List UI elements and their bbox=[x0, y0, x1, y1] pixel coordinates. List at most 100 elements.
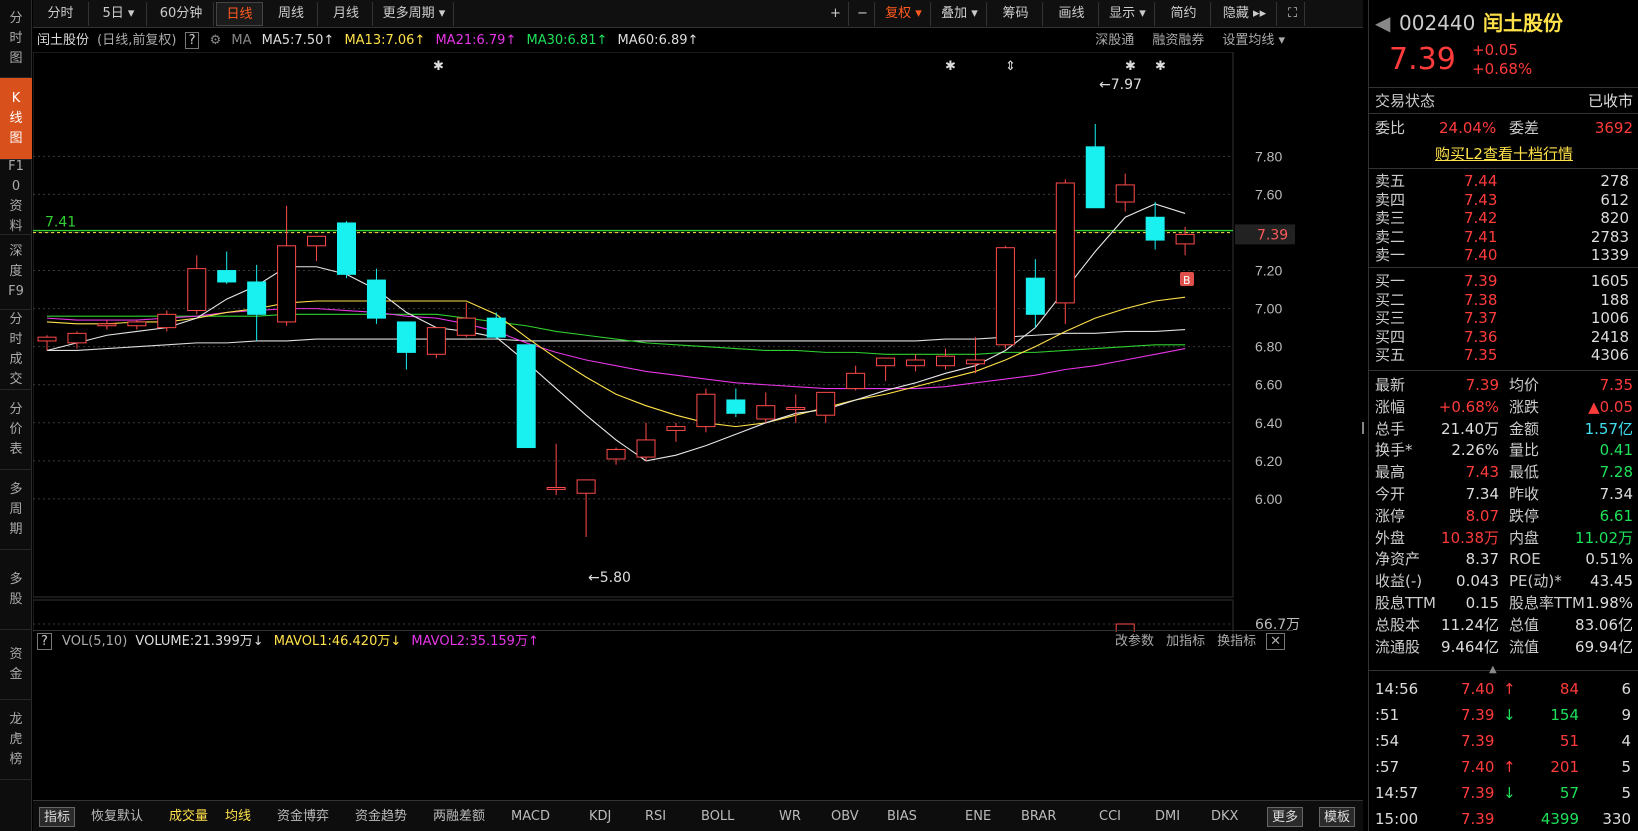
toolbar-btn-8[interactable]: 隐藏 ▸▸ bbox=[1213, 2, 1277, 26]
stat-label: 今开 bbox=[1375, 485, 1406, 503]
info-link-0[interactable]: 深股通 bbox=[1095, 33, 1134, 48]
toolbar-btn-7[interactable]: 简约 bbox=[1157, 2, 1211, 26]
tick-volume: 57 bbox=[1559, 784, 1579, 802]
order-volume: 2783 bbox=[1590, 227, 1629, 246]
indicator-tab-20[interactable]: 模板 bbox=[1319, 807, 1356, 827]
vol-link-0[interactable]: 改参数 bbox=[1115, 634, 1154, 649]
stat-label: 股息TTM bbox=[1375, 594, 1437, 612]
nav-4[interactable]: 分时成交 bbox=[0, 310, 32, 390]
indicator-tab-16[interactable]: CCI bbox=[1099, 807, 1121, 827]
nav-0[interactable]: 分时图 bbox=[0, 0, 32, 78]
indicator-tab-4[interactable]: 资金博弈 bbox=[277, 807, 329, 827]
help-icon[interactable]: ? bbox=[184, 32, 200, 49]
indicator-tab-8[interactable]: KDJ bbox=[589, 807, 611, 827]
indicator-tab-13[interactable]: BIAS bbox=[887, 807, 917, 827]
ref-line-label: 7.41 bbox=[45, 215, 76, 231]
indicator-tab-9[interactable]: RSI bbox=[645, 807, 666, 827]
toolbar-btn-2[interactable]: 复权 ▾ bbox=[877, 2, 931, 26]
nav-9[interactable]: 龙虎榜 bbox=[0, 700, 32, 780]
toolbar-btn-0[interactable]: + bbox=[823, 2, 849, 26]
stat-label: 量比 bbox=[1509, 441, 1540, 460]
period-tab-2[interactable]: 60分钟 bbox=[149, 2, 214, 26]
nav-3[interactable]: 深度F9 bbox=[0, 235, 32, 310]
stat-label: 涨幅 bbox=[1375, 397, 1406, 416]
toolbar-btn-4[interactable]: 筹码 bbox=[989, 2, 1043, 26]
indicator-tab-18[interactable]: DKX bbox=[1211, 807, 1238, 827]
order-row: 卖二 7.41 2783 bbox=[1369, 228, 1638, 247]
indicator-tab-0[interactable]: 指标 bbox=[39, 807, 76, 827]
indicator-tab-12[interactable]: OBV bbox=[831, 807, 859, 827]
close-icon[interactable]: ✕ bbox=[1266, 633, 1285, 650]
stat-label: 最新 bbox=[1375, 376, 1406, 394]
indicator-tab-2[interactable]: 成交量 bbox=[169, 807, 208, 827]
order-row: 卖三 7.42 820 bbox=[1369, 209, 1638, 228]
order-level: 买四 bbox=[1375, 327, 1406, 346]
ma5-value: MA5:7.50 bbox=[261, 33, 324, 48]
nav-8[interactable]: 资金 bbox=[0, 630, 32, 700]
price-panel-frame bbox=[33, 52, 1234, 598]
candle-body bbox=[786, 407, 806, 410]
period-tab-1[interactable]: 5日 ▾ bbox=[91, 2, 147, 26]
indicator-tab-10[interactable]: BOLL bbox=[701, 807, 734, 827]
period-tab-5[interactable]: 月线 bbox=[320, 2, 373, 26]
period-tab-6[interactable]: 更多周期 ▾ bbox=[375, 2, 454, 26]
indicator-tab-3[interactable]: 均线 bbox=[225, 807, 251, 827]
indicator-tab-1[interactable]: 恢复默认 bbox=[91, 807, 143, 827]
tick-count: 330 bbox=[1602, 810, 1631, 828]
event-marker-icon: ✱ bbox=[433, 59, 444, 74]
stock-code: 002440 bbox=[1399, 11, 1476, 35]
stat-label: PE(动)* bbox=[1509, 572, 1562, 591]
nav-5[interactable]: 分价表 bbox=[0, 390, 32, 470]
collapse-icon[interactable]: ▲ bbox=[1489, 664, 1497, 675]
indicator-tab-15[interactable]: BRAR bbox=[1021, 807, 1056, 827]
nav-6[interactable]: 多周期 bbox=[0, 470, 32, 550]
info-link-2[interactable]: 设置均线 ▾ bbox=[1222, 33, 1285, 48]
order-price: 7.36 bbox=[1464, 327, 1498, 346]
stat-value: 21.40万 bbox=[1441, 419, 1499, 438]
candle-body bbox=[846, 372, 866, 390]
order-price: 7.35 bbox=[1464, 346, 1498, 364]
expand-panel-icon[interactable]: ❙ bbox=[1358, 420, 1368, 434]
indicator-tab-6[interactable]: 两融差额 bbox=[433, 807, 485, 827]
buy-l2-link[interactable]: 购买L2查看十档行情 bbox=[1435, 145, 1573, 163]
price-tick-label: 7.60 bbox=[1255, 186, 1282, 202]
gear-icon[interactable]: ⚙ bbox=[210, 33, 222, 48]
price-tick-label: 7.00 bbox=[1255, 301, 1282, 317]
ma13-value: MA13:7.06 bbox=[344, 33, 415, 48]
fullscreen-icon[interactable]: ⛶ bbox=[1281, 2, 1305, 26]
period-tab-0[interactable]: 分时 bbox=[33, 2, 89, 26]
stat-label: 涨停 bbox=[1375, 506, 1406, 525]
candle-body bbox=[67, 332, 87, 344]
indicator-tab-17[interactable]: DMI bbox=[1155, 807, 1180, 827]
prev-stock-icon[interactable]: ◀ bbox=[1375, 8, 1390, 38]
toolbar-btn-5[interactable]: 画线 bbox=[1045, 2, 1099, 26]
indicator-tab-14[interactable]: ENE bbox=[965, 807, 991, 827]
candle-body bbox=[546, 487, 566, 490]
toolbar-btn-3[interactable]: 叠加 ▾ bbox=[933, 2, 987, 26]
toolbar-btn-6[interactable]: 显示 ▾ bbox=[1101, 2, 1155, 26]
indicator-tab-11[interactable]: WR bbox=[779, 807, 801, 827]
indicator-tab-5[interactable]: 资金趋势 bbox=[355, 807, 407, 827]
status-label: 交易状态 bbox=[1375, 92, 1436, 110]
kline-chart[interactable]: 7.807.607.407.207.006.806.606.406.206.00… bbox=[33, 52, 1363, 632]
weicha-label: 委差 bbox=[1509, 119, 1540, 137]
price-tick-label: 7.20 bbox=[1255, 263, 1282, 279]
info-link-1[interactable]: 融资融券 bbox=[1152, 33, 1204, 48]
toolbar-btn-1[interactable]: − bbox=[851, 2, 875, 26]
indicator-tab-7[interactable]: MACD bbox=[511, 807, 550, 827]
tick-price: 7.39 bbox=[1461, 706, 1495, 724]
indicator-tab-19[interactable]: 更多 bbox=[1267, 807, 1304, 827]
nav-2[interactable]: F10资料 bbox=[0, 159, 32, 235]
nav-label: 多周期 bbox=[9, 481, 23, 537]
nav-7[interactable]: 多股 bbox=[0, 550, 32, 630]
vol-link-1[interactable]: 加指标 bbox=[1166, 634, 1205, 649]
help-icon[interactable]: ? bbox=[37, 633, 52, 650]
period-tab-3[interactable]: 日线 bbox=[216, 2, 263, 26]
period-tab-4[interactable]: 周线 bbox=[265, 2, 318, 26]
nav-1[interactable]: K线图 bbox=[0, 78, 32, 160]
vol-link-2[interactable]: 换指标 bbox=[1217, 634, 1256, 649]
candle-body bbox=[127, 321, 147, 327]
stat-label: 昨收 bbox=[1509, 485, 1540, 503]
stat-value: 0.51% bbox=[1585, 550, 1633, 569]
tick-time: 14:56 bbox=[1375, 680, 1419, 698]
